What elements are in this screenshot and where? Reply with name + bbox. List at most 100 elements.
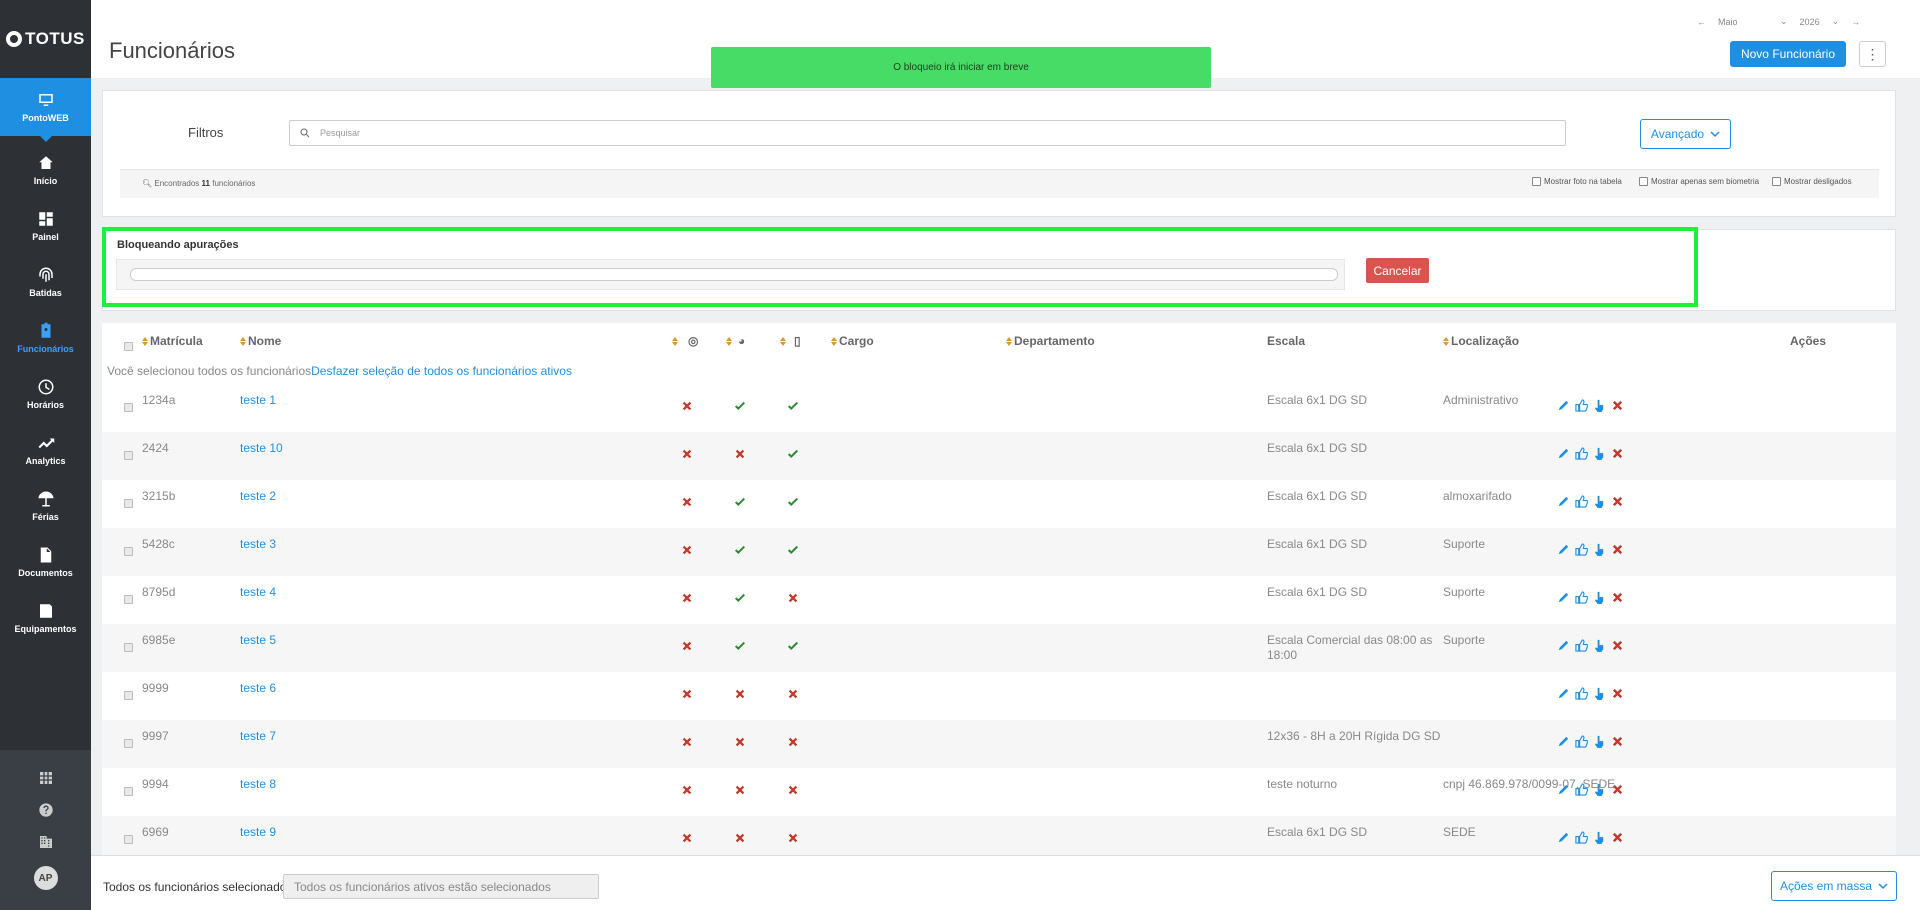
row-checkbox[interactable] (124, 547, 133, 556)
search-input[interactable] (320, 121, 1520, 145)
row-checkbox[interactable] (124, 595, 133, 604)
thumbs-up-icon[interactable] (1575, 783, 1588, 796)
chevron-down-icon[interactable]: ⌄ (1832, 16, 1840, 27)
edit-icon[interactable] (1557, 543, 1570, 556)
table-row[interactable]: 2424 teste 10 Escala 6x1 DG SD (102, 432, 1896, 480)
chevron-down-icon[interactable]: ⌄ (1780, 16, 1788, 27)
edit-icon[interactable] (1557, 399, 1570, 412)
sidebar-item-batidas[interactable]: Batidas (0, 254, 91, 310)
thumbs-up-icon[interactable] (1575, 543, 1588, 556)
hand-pointer-icon[interactable] (1593, 495, 1606, 508)
delete-icon[interactable] (1611, 543, 1624, 556)
cell-nome[interactable]: teste 9 (240, 825, 276, 839)
hand-pointer-icon[interactable] (1593, 735, 1606, 748)
show-dismissed-checkbox[interactable] (1772, 177, 1781, 186)
show-photo-option[interactable]: Mostrar foto na tabela (1532, 177, 1622, 186)
row-checkbox[interactable] (124, 403, 133, 412)
row-checkbox[interactable] (124, 691, 133, 700)
more-options-icon[interactable]: ⋮ (1859, 41, 1886, 67)
apps-grid-icon[interactable] (38, 770, 54, 786)
header-departamento[interactable]: Departamento (1006, 334, 1095, 348)
delete-icon[interactable] (1611, 735, 1624, 748)
building-icon[interactable] (38, 834, 54, 850)
edit-icon[interactable] (1557, 447, 1570, 460)
edit-icon[interactable] (1557, 735, 1570, 748)
logo[interactable]: TOTUS (0, 0, 91, 78)
help-icon[interactable] (38, 802, 54, 818)
header-matricula[interactable]: Matrícula (142, 334, 203, 348)
new-employee-button[interactable]: Novo Funcionário (1730, 41, 1846, 67)
hand-pointer-icon[interactable] (1593, 591, 1606, 604)
table-row[interactable]: 9997 teste 7 12x36 - 8H a 20H Rígida DG SD (102, 720, 1896, 768)
show-no-bio-option[interactable]: Mostrar apenas sem biometria (1639, 177, 1759, 186)
select-all-checkbox[interactable] (124, 342, 133, 351)
thumbs-up-icon[interactable] (1575, 447, 1588, 460)
row-checkbox[interactable] (124, 835, 133, 844)
edit-icon[interactable] (1557, 639, 1570, 652)
thumbs-up-icon[interactable] (1575, 495, 1588, 508)
table-row[interactable]: 8795d teste 4 Escala 6x1 DG SD Suporte (102, 576, 1896, 624)
delete-icon[interactable] (1611, 639, 1624, 652)
hand-pointer-icon[interactable] (1593, 447, 1606, 460)
thumbs-up-icon[interactable] (1575, 399, 1588, 412)
cell-nome[interactable]: teste 10 (240, 441, 283, 455)
month-select[interactable]: Maio (1718, 17, 1768, 27)
row-checkbox[interactable] (124, 739, 133, 748)
cell-nome[interactable]: teste 4 (240, 585, 276, 599)
delete-icon[interactable] (1611, 831, 1624, 844)
cell-nome[interactable]: teste 7 (240, 729, 276, 743)
edit-icon[interactable] (1557, 783, 1570, 796)
edit-icon[interactable] (1557, 687, 1570, 700)
hand-pointer-icon[interactable] (1593, 639, 1606, 652)
cell-nome[interactable]: teste 2 (240, 489, 276, 503)
show-dismissed-option[interactable]: Mostrar desligados (1772, 177, 1852, 186)
search-box[interactable] (289, 120, 1566, 146)
cell-nome[interactable]: teste 5 (240, 633, 276, 647)
delete-icon[interactable] (1611, 591, 1624, 604)
sidebar-item-documentos[interactable]: Documentos (0, 534, 91, 590)
hand-pointer-icon[interactable] (1593, 399, 1606, 412)
header-nome[interactable]: Nome (240, 334, 281, 348)
sidebar-item-inicio[interactable]: Início (0, 142, 91, 198)
row-checkbox[interactable] (124, 451, 133, 460)
mass-actions-button[interactable]: Ações em massa (1771, 871, 1897, 901)
delete-icon[interactable] (1611, 783, 1624, 796)
year-select[interactable]: 2026 (1800, 17, 1820, 27)
hand-pointer-icon[interactable] (1593, 831, 1606, 844)
cell-nome[interactable]: teste 8 (240, 777, 276, 791)
table-row[interactable]: 6969 teste 9 Escala 6x1 DG SD SEDE (102, 816, 1896, 855)
header-localizacao[interactable]: Localização (1443, 334, 1519, 348)
edit-icon[interactable] (1557, 591, 1570, 604)
cell-nome[interactable]: teste 1 (240, 393, 276, 407)
sidebar-item-ferias[interactable]: Férias (0, 478, 91, 534)
delete-icon[interactable] (1611, 399, 1624, 412)
sidebar-item-funcionarios[interactable]: Funcionários (0, 310, 91, 366)
table-row[interactable]: 1234a teste 1 Escala 6x1 DG SD Administrati… (102, 384, 1896, 432)
sidebar-item-analytics[interactable]: Analytics (0, 422, 91, 478)
thumbs-up-icon[interactable] (1575, 591, 1588, 604)
table-row[interactable]: 9994 teste 8 teste noturno cnpj 46.869.978/… (102, 768, 1896, 816)
thumbs-up-icon[interactable] (1575, 831, 1588, 844)
delete-icon[interactable] (1611, 495, 1624, 508)
cell-nome[interactable]: teste 6 (240, 681, 276, 695)
table-row[interactable]: 9999 teste 6 (102, 672, 1896, 720)
sidebar-item-horarios[interactable]: Horários (0, 366, 91, 422)
sidebar-item-pontoweb[interactable]: PontoWEB (0, 78, 91, 142)
row-checkbox[interactable] (124, 499, 133, 508)
row-checkbox[interactable] (124, 643, 133, 652)
sidebar-item-painel[interactable]: Painel (0, 198, 91, 254)
header-web[interactable]: ◕ (726, 334, 745, 348)
edit-icon[interactable] (1557, 495, 1570, 508)
edit-icon[interactable] (1557, 831, 1570, 844)
header-biometry[interactable]: ◎ (672, 334, 698, 348)
thumbs-up-icon[interactable] (1575, 735, 1588, 748)
hand-pointer-icon[interactable] (1593, 783, 1606, 796)
arrow-left-icon[interactable]: ← (1697, 17, 1706, 27)
table-row[interactable]: 3215b teste 2 Escala 6x1 DG SD almoxarifado (102, 480, 1896, 528)
undo-selection-link[interactable]: Desfazer seleção de todos os funcionário… (311, 364, 572, 378)
hand-pointer-icon[interactable] (1593, 543, 1606, 556)
cell-nome[interactable]: teste 3 (240, 537, 276, 551)
delete-icon[interactable] (1611, 447, 1624, 460)
show-no-bio-checkbox[interactable] (1639, 177, 1648, 186)
thumbs-up-icon[interactable] (1575, 639, 1588, 652)
